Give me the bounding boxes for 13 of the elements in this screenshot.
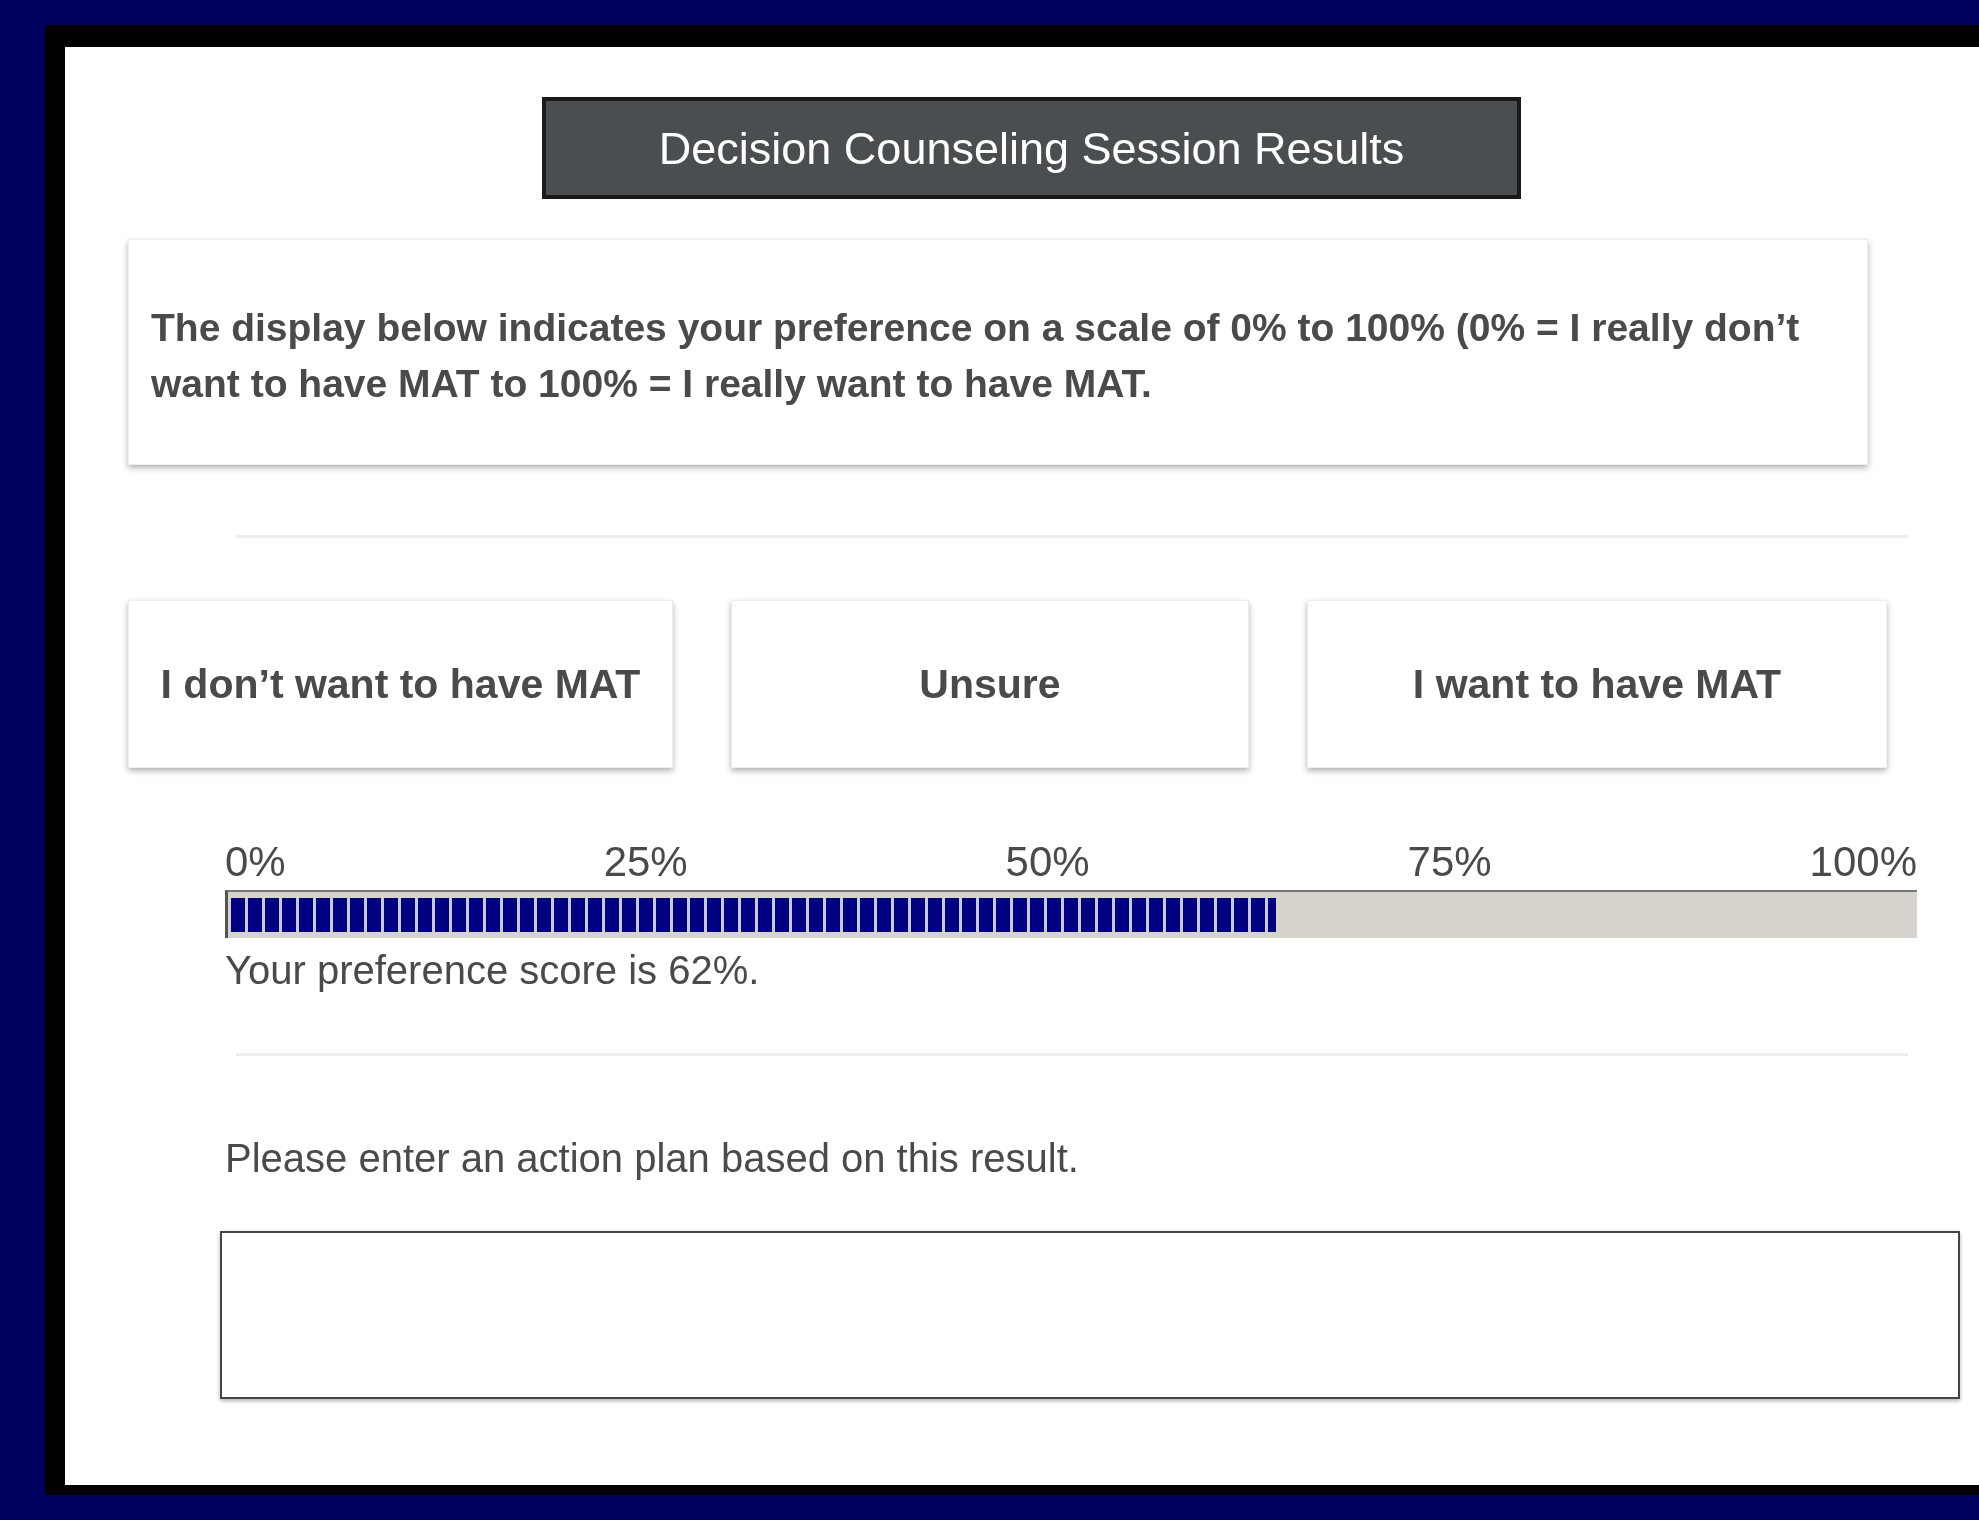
option-card: Unsure [731, 600, 1249, 768]
instruction-text: The display below indicates your preference on a scale of 0% to 100% (0% = I really don’t want to have MAT to 100% = I really want to have MAT. [128, 239, 1868, 465]
scale-label: 0% [225, 838, 286, 886]
scale-label: 50% [1005, 838, 1090, 886]
action-plan-field[interactable] [220, 1231, 1960, 1399]
score-text: Your preference score is 62%. [225, 948, 761, 993]
action-plan-prompt: Please enter an action plan based on this result. [225, 1136, 1080, 1181]
option-card: I don’t want to have MAT [128, 600, 673, 768]
scale-label: 25% [603, 838, 688, 886]
option-card: I want to have MAT [1307, 600, 1887, 768]
scale-label: 75% [1407, 838, 1492, 886]
results-title: Decision Counseling Session Results [542, 97, 1521, 199]
scale-label: 100% [1809, 838, 1917, 886]
